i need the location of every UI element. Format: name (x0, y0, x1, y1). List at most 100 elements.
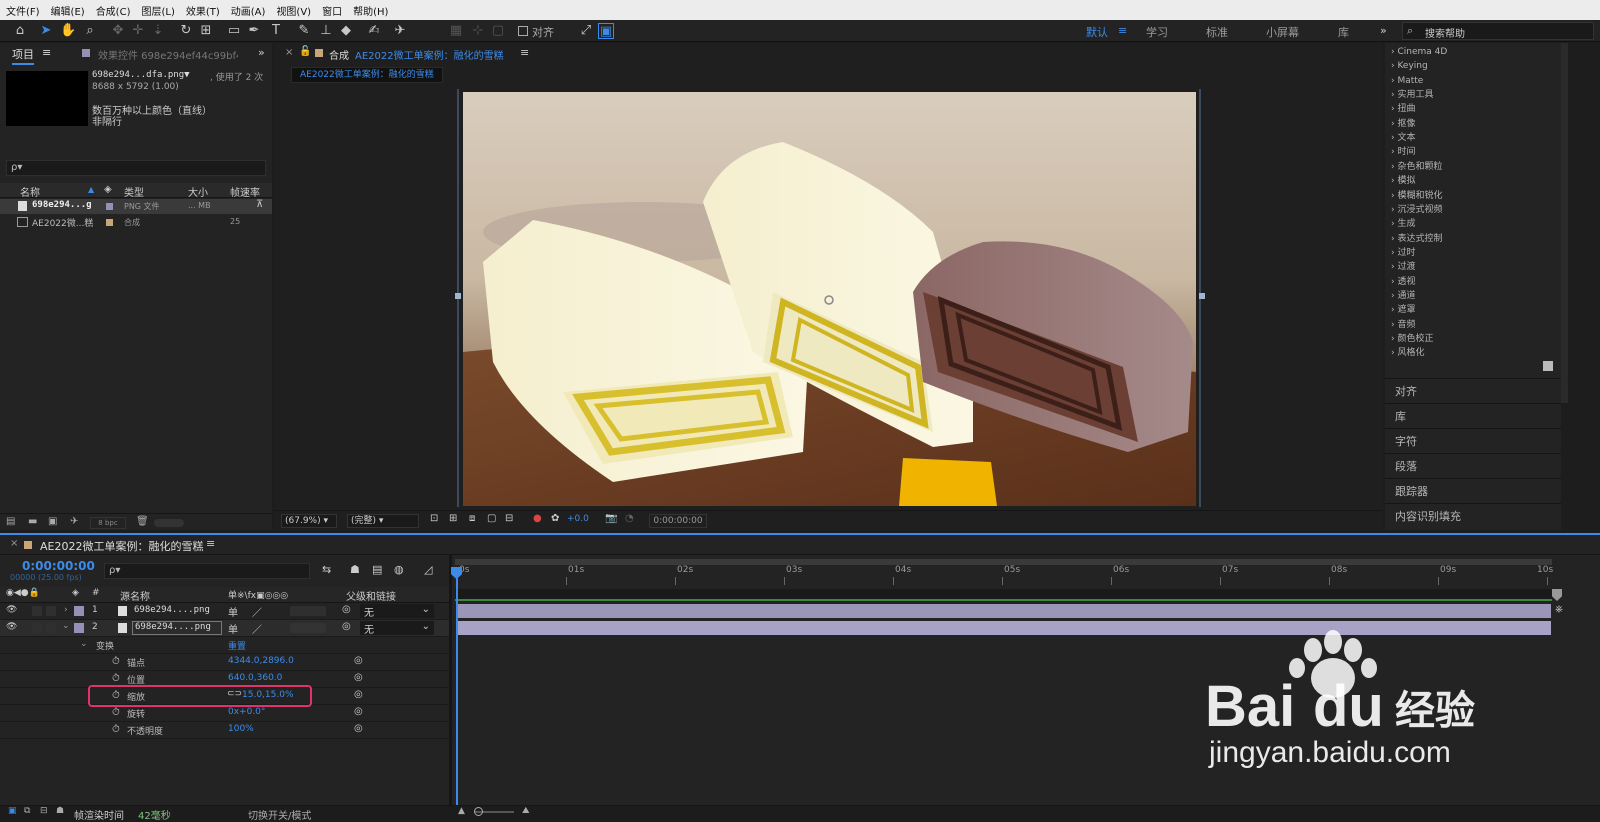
render-time-icon[interactable]: ☗ (56, 806, 64, 816)
col-size[interactable]: 大小 (188, 184, 208, 199)
panel-overflow-icon[interactable]: » (258, 46, 265, 59)
menu-window[interactable]: 窗口 (322, 3, 342, 18)
graph-editor-icon[interactable]: ◿ (424, 563, 432, 576)
effect-category[interactable]: › 生成 (1391, 217, 1415, 231)
col-type[interactable]: 类型 (124, 184, 144, 199)
timeline-menu-icon[interactable]: ≡ (206, 537, 215, 550)
zoom-slider-thumb[interactable] (474, 807, 483, 816)
transform-group-row[interactable]: ⌄ 变换 重置 (0, 637, 450, 654)
home-icon[interactable]: ⌂ (12, 23, 28, 39)
pan-behind-icon[interactable]: ⊞ (198, 23, 214, 39)
layer-switches-pane-icon[interactable]: ▣ (8, 806, 17, 816)
sort-ascending-icon[interactable]: ▲ (88, 185, 94, 194)
exposure-reset-icon[interactable]: ✿ (551, 513, 559, 524)
menu-composition[interactable]: 合成(C) (96, 3, 131, 18)
help-search-field[interactable]: ⌕ 搜索帮助 (1402, 22, 1594, 40)
comp-tab-label[interactable]: 合成 (329, 47, 349, 62)
shy-switch-icon[interactable]: 单 (228, 604, 238, 619)
col-name[interactable]: 名称 (20, 184, 40, 199)
timeline-search-input[interactable]: ρ▾ (104, 563, 310, 579)
property-value[interactable]: 4344.0,2896.0 (228, 656, 294, 666)
label-column-icon[interactable]: ◈ (104, 184, 112, 195)
new-bin-icon[interactable] (1543, 361, 1553, 371)
grid-guides-icon[interactable]: ⊟ (505, 513, 513, 524)
new-composition-icon[interactable]: ▣ (48, 516, 57, 527)
axis-view-icon[interactable]: ▢ (490, 23, 506, 39)
property-value[interactable]: 100% (228, 724, 254, 734)
pick-whip-icon[interactable]: ◎ (342, 621, 351, 632)
expression-pickwhip-icon[interactable]: ◎ (354, 672, 363, 683)
project-row[interactable]: 698e294...g PNG 文件 ... MB ⊼ (0, 199, 272, 214)
expression-pickwhip-icon[interactable]: ◎ (354, 689, 363, 700)
workspace-standard[interactable]: 标准 (1206, 24, 1228, 40)
rectangle-tool-icon[interactable]: ▭ (226, 23, 242, 39)
layer-switches[interactable] (290, 606, 326, 616)
snapping-icon[interactable]: ⤢ (578, 23, 594, 39)
parent-dropdown[interactable]: 无 ⌄ (360, 621, 434, 636)
transparency-grid-icon[interactable]: ⊞ (449, 513, 457, 524)
effect-category[interactable]: › 沉浸式视频 (1391, 203, 1442, 217)
project-row[interactable]: AE2022微...糕 合成 25 (0, 215, 272, 230)
visibility-eye-icon[interactable]: 👁 (6, 622, 17, 632)
menu-edit[interactable]: 编辑(E) (51, 3, 85, 18)
new-folder-icon[interactable]: ▬ (28, 516, 37, 527)
effect-category[interactable]: › 时间 (1391, 145, 1415, 159)
current-timecode[interactable]: 0:00:00:00 (22, 559, 95, 573)
effect-category[interactable]: › 过渡 (1391, 260, 1415, 274)
pen-tool-icon[interactable]: ✒ (246, 23, 262, 39)
effect-category[interactable]: › 通道 (1391, 289, 1415, 303)
effect-category[interactable]: › 扭曲 (1391, 102, 1415, 116)
audio-toggle[interactable] (32, 606, 42, 616)
effect-category[interactable]: › 文本 (1391, 131, 1415, 145)
workspace-menu-icon[interactable]: ≡ (1118, 24, 1127, 37)
effect-category[interactable]: › 抠像 (1391, 117, 1415, 131)
property-value[interactable]: 640.0,360.0 (228, 673, 282, 683)
transform-handle[interactable] (455, 293, 461, 299)
comp-breadcrumb[interactable]: AE2022微工单案例：融化的雪糕 (291, 67, 443, 83)
motion-blur-icon[interactable]: ◍ (394, 563, 404, 576)
effect-category[interactable]: › 风格化 (1391, 346, 1424, 360)
menu-file[interactable]: 文件(F) (6, 3, 40, 18)
hierarchy-icon[interactable]: ⊼ (256, 199, 263, 210)
expand-chevron-icon[interactable]: ⌄ (62, 621, 70, 631)
interpret-footage-icon[interactable]: ▤ (6, 516, 15, 527)
effect-category[interactable]: › 模糊和锐化 (1391, 189, 1442, 203)
project-search-input[interactable]: ρ▾ (6, 160, 266, 176)
col-fps[interactable]: 帧速率 (230, 184, 260, 199)
effect-category[interactable]: › 颜色校正 (1391, 332, 1433, 346)
expand-chevron-icon[interactable]: ⌄ (80, 639, 88, 649)
layer-bar[interactable] (457, 604, 1551, 618)
workspace-overflow-icon[interactable]: » (1380, 24, 1387, 37)
workspace-default[interactable]: 默认 (1086, 24, 1108, 40)
clone-stamp-icon[interactable]: ⊥ (318, 23, 334, 39)
col-parent-link[interactable]: 父级和链接 (346, 588, 396, 603)
workspace-learn[interactable]: 学习 (1146, 24, 1168, 40)
expression-pickwhip-icon[interactable]: ◎ (354, 706, 363, 717)
solo-toggle[interactable] (46, 606, 56, 616)
stopwatch-icon[interactable]: ⏱ (112, 724, 120, 735)
work-area-end-handle[interactable] (1552, 589, 1562, 601)
quality-switch-icon[interactable]: ／ (252, 604, 262, 619)
resolution-dropdown[interactable]: (完整) ▾ (347, 514, 419, 528)
bpc-button[interactable]: 8 bpc (90, 517, 126, 529)
color-channels-icon[interactable]: ● (533, 513, 542, 524)
layer-number-header[interactable]: # (92, 588, 100, 598)
hand-tool-icon[interactable]: ✋ (60, 23, 76, 39)
workspace-small-screen[interactable]: 小屏幕 (1266, 24, 1299, 40)
thumbnail-size-slider[interactable] (154, 519, 184, 527)
zoom-in-icon[interactable]: ⛰ (522, 806, 530, 816)
shy-layers-icon[interactable]: ☗ (350, 563, 360, 576)
layer-name[interactable]: 698e294....png (134, 605, 210, 615)
effect-category[interactable]: › 遮罩 (1391, 303, 1415, 317)
modes-pane-icon[interactable]: ⧉ (24, 806, 30, 816)
file-name[interactable]: 698e294...dfa.png▼ (92, 70, 190, 80)
viewer-timecode[interactable]: 0:00:00:00 (649, 514, 707, 528)
fast-preview-icon[interactable]: ⊡ (430, 513, 438, 524)
layer-row[interactable]: 👁 › 1 698e294....png 单 ／ ◎ 无 ⌄ (0, 603, 450, 620)
effect-category[interactable]: › 实用工具 (1391, 88, 1433, 102)
menu-effect[interactable]: 效果(T) (186, 3, 220, 18)
panel-library[interactable]: 库 (1385, 403, 1561, 428)
panel-content-aware-fill[interactable]: 内容识别填充 (1385, 503, 1561, 528)
region-of-interest-icon[interactable]: ▢ (487, 513, 496, 524)
in-out-pane-icon[interactable]: ⊟ (40, 806, 48, 816)
